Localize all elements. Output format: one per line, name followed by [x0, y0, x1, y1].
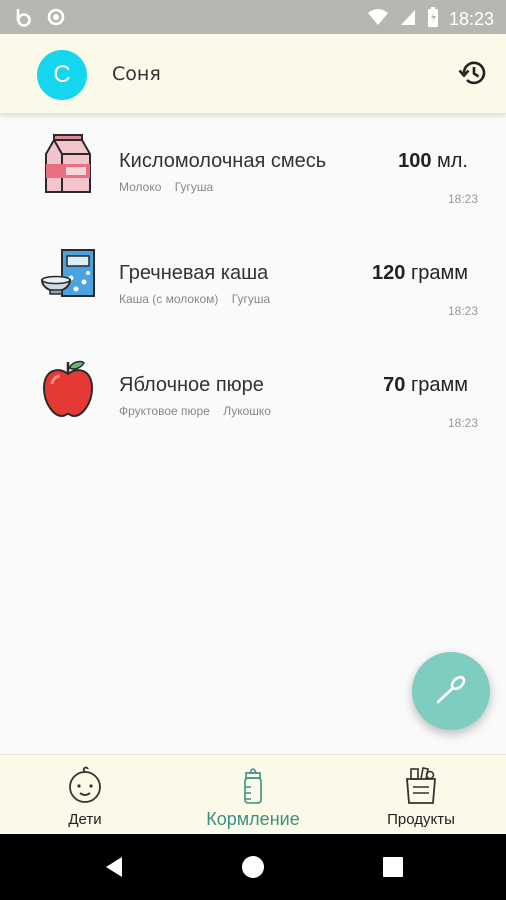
grocery-bag-icon — [341, 765, 501, 805]
amount-unit: мл. — [437, 150, 468, 172]
list-item[interactable]: Кисломолочная смесь Молоко Гугуша 100 мл… — [0, 114, 506, 226]
product-name: Яблочное пюре — [119, 374, 264, 396]
product-name: Кисломолочная смесь — [119, 150, 327, 172]
battery-icon — [427, 6, 439, 32]
amount: 70 грамм — [383, 374, 468, 397]
amount-value: 120 — [372, 262, 406, 284]
amount-value: 100 — [398, 150, 432, 172]
baby-face-icon — [5, 765, 165, 805]
nav-products-label: Продукты — [387, 811, 455, 828]
recents-button[interactable] — [378, 854, 408, 884]
nav-feeding-label: Кормление — [206, 809, 300, 829]
product-details: Каша (с молоком) Гугуша — [119, 292, 270, 306]
wifi-icon — [367, 7, 389, 31]
spoon-icon — [434, 672, 468, 710]
nav-feeding[interactable]: Кормление — [173, 765, 333, 830]
home-button[interactable] — [238, 854, 268, 884]
add-feeding-button[interactable] — [412, 652, 490, 730]
list-item[interactable]: Яблочное пюре Фруктовое пюре Лукошко 70 … — [0, 338, 506, 450]
milk-carton-icon — [40, 134, 96, 196]
back-button[interactable] — [99, 854, 129, 884]
bottom-nav: Дети Кормление Продукты — [0, 754, 506, 834]
amount: 100 мл. — [398, 150, 468, 173]
history-button[interactable] — [456, 58, 490, 92]
product-brand: Гугуша — [231, 292, 271, 306]
list-item[interactable]: Гречневая каша Каша (с молоком) Гугуша 1… — [0, 226, 506, 338]
home-icon — [241, 855, 265, 883]
recents-icon — [383, 857, 403, 881]
feeding-time: 18:23 — [447, 304, 478, 318]
cereal-box-icon — [40, 246, 96, 308]
amount: 120 грамм — [372, 262, 468, 285]
back-icon — [104, 856, 124, 882]
product-brand: Лукошко — [223, 404, 271, 418]
baby-bottle-icon — [173, 765, 333, 805]
amount-unit: грамм — [410, 374, 468, 396]
product-details: Молоко Гугуша — [119, 180, 213, 194]
apple-icon — [40, 358, 96, 420]
child-name[interactable]: Соня — [112, 63, 161, 85]
status-bar: 18:23 — [0, 0, 506, 34]
signal-icon — [399, 7, 417, 31]
amount-unit: грамм — [410, 262, 468, 284]
amount-value: 70 — [383, 374, 406, 396]
product-category: Каша (с молоком) — [119, 292, 219, 306]
feeding-time: 18:23 — [447, 192, 478, 206]
nav-kids-label: Дети — [68, 811, 102, 828]
product-category: Молоко — [119, 180, 162, 194]
product-category: Фруктовое пюре — [119, 404, 210, 418]
app-notification-icon — [14, 7, 34, 31]
history-icon — [458, 58, 488, 92]
system-nav-bar — [0, 834, 506, 900]
nav-products[interactable]: Продукты — [341, 765, 501, 828]
avatar[interactable]: С — [37, 50, 87, 100]
sync-notification-icon — [46, 7, 66, 31]
clock: 18:23 — [448, 8, 494, 29]
nav-kids[interactable]: Дети — [5, 765, 165, 828]
product-details: Фруктовое пюре Лукошко — [119, 404, 271, 418]
product-name: Гречневая каша — [119, 262, 269, 284]
product-brand: Гугуша — [174, 180, 214, 194]
app-bar: С Соня — [0, 34, 506, 114]
feeding-time: 18:23 — [447, 416, 478, 430]
